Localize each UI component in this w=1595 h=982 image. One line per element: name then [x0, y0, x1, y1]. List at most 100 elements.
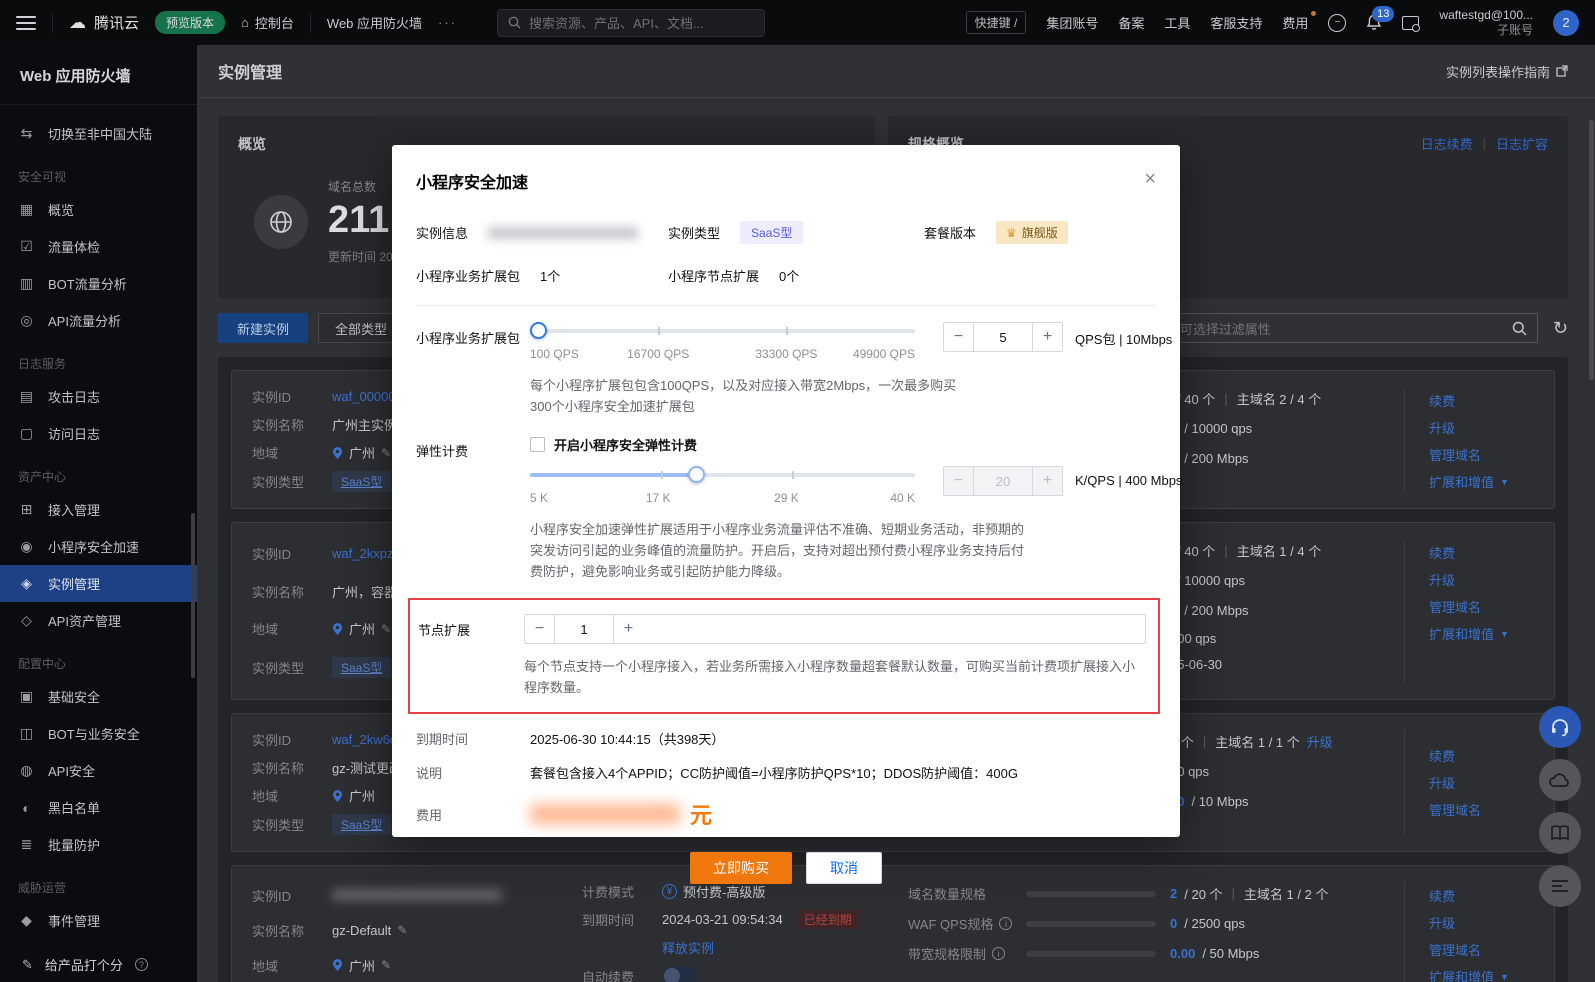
search-icon: [508, 16, 521, 29]
sidebar-item-instance-mgmt[interactable]: ◈ 实例管理: [0, 565, 197, 602]
instance-id-link[interactable]: waf_00000: [332, 389, 396, 404]
survey-list-button[interactable]: [1539, 865, 1581, 907]
minus-button[interactable]: −: [525, 615, 555, 643]
sidebar-item-overview[interactable]: ▦ 概览: [0, 191, 197, 228]
avatar[interactable]: 2: [1553, 9, 1579, 36]
renew-link[interactable]: 续费: [1429, 543, 1554, 562]
shield-check-icon: ◍: [20, 762, 33, 778]
manage-domain-link[interactable]: 管理域名: [1429, 940, 1554, 959]
sidebar-item-traffic-check[interactable]: ☑ 流量体检: [0, 228, 197, 265]
topbar-item-beian[interactable]: 备案: [1118, 13, 1144, 32]
auto-renew-toggle[interactable]: [662, 966, 698, 982]
fee-unit: 元: [690, 803, 713, 828]
saas-type-badge[interactable]: SaaS型: [332, 814, 392, 835]
page-scrollbar[interactable]: [1589, 120, 1594, 380]
global-search-input[interactable]: 搜索资源、产品、API、文档...: [497, 8, 766, 37]
cancel-button[interactable]: 取消: [806, 852, 882, 884]
info-icon[interactable]: i: [992, 947, 1006, 960]
renew-link[interactable]: 续费: [1429, 746, 1554, 765]
expand-value-added-link[interactable]: 扩展和增值 ▼: [1429, 967, 1554, 982]
docs-book-button[interactable]: [1539, 812, 1581, 854]
sidebar-item-access-mgmt[interactable]: ⊞ 接入管理: [0, 491, 197, 528]
sidebar-item-attack-log[interactable]: ▤ 攻击日志: [0, 378, 197, 415]
current-product-link[interactable]: Web 应用防火墙: [327, 13, 422, 32]
feedback-widget[interactable]: ✎ 给产品打个分 ?: [22, 955, 148, 974]
edit-region-icon[interactable]: ✎: [381, 622, 391, 636]
sidebar-item-api-asset[interactable]: ◇ API资产管理: [0, 602, 197, 639]
sidebar-item-bot-business[interactable]: ◫ BOT与业务安全: [0, 715, 197, 752]
filter-search-input[interactable]: 即可选择过滤属性: [1155, 313, 1538, 343]
instance-guide-link[interactable]: 实例列表操作指南: [1446, 62, 1568, 81]
upgrade-link[interactable]: 升级: [1429, 773, 1554, 792]
instance-id-link[interactable]: waf_2kxpz: [332, 546, 393, 561]
manage-domain-link[interactable]: 管理域名: [1429, 445, 1554, 464]
slider-handle[interactable]: [529, 322, 547, 339]
renew-link[interactable]: 续费: [1429, 391, 1554, 410]
buy-now-button[interactable]: 立即购买: [690, 852, 792, 884]
manage-domain-link[interactable]: 管理域名: [1429, 597, 1554, 616]
book-icon: [1551, 825, 1569, 841]
sidebar-item-access-log[interactable]: ▢ 访问日志: [0, 415, 197, 452]
elastic-checkbox-label[interactable]: 开启小程序安全弹性计费: [554, 435, 697, 454]
upgrade-link[interactable]: 升级: [1429, 570, 1554, 589]
log-renew-link[interactable]: 日志续费: [1421, 134, 1473, 153]
brand-logo[interactable]: ☁ 腾讯云: [69, 12, 139, 33]
chevron-down-icon: ▼: [1500, 628, 1509, 639]
hamburger-menu-icon[interactable]: [16, 15, 36, 30]
sidebar-item-batch-protection[interactable]: ≣ 批量防护: [0, 826, 197, 863]
expand-value-added-link[interactable]: 扩展和增值 ▼: [1429, 624, 1554, 643]
renew-link[interactable]: 续费: [1429, 886, 1554, 905]
more-products-icon[interactable]: ···: [438, 15, 457, 30]
cloud-feedback-button[interactable]: [1539, 759, 1581, 801]
quota-upgrade-link[interactable]: 升级: [1307, 732, 1333, 751]
sidebar-scrollbar[interactable]: [191, 513, 195, 678]
qps-pack-slider[interactable]: 100 QPS 16700 QPS 33300 QPS 49900 QPS: [529, 322, 915, 363]
saas-type-badge[interactable]: SaaS型: [332, 657, 392, 679]
node-expansion-highlight-box: 节点扩展 − 1 + 每个节点支持一个小程序接入，若业务所需接入小程序数量超套餐…: [408, 598, 1160, 714]
notifications-button[interactable]: 13: [1366, 6, 1395, 31]
sidebar-item-miniprogram-accel[interactable]: ◉ 小程序安全加速: [0, 528, 197, 565]
sidebar-item-event-mgmt[interactable]: ◆ 事件管理: [0, 902, 197, 939]
new-instance-button[interactable]: 新建实例: [218, 313, 309, 343]
sidebar-item-api-traffic[interactable]: ◎ API流量分析: [0, 302, 197, 339]
edit-name-icon[interactable]: ✎: [397, 923, 407, 937]
log-expand-link[interactable]: 日志扩容: [1496, 134, 1548, 153]
shortcut-key-button[interactable]: 快捷键 /: [965, 11, 1027, 34]
info-icon[interactable]: i: [999, 917, 1013, 930]
plus-button[interactable]: +: [613, 615, 643, 643]
console-link[interactable]: ⌂ 控制台: [241, 13, 294, 32]
topbar-item-billing[interactable]: 费用: [1282, 11, 1317, 32]
sidebar-section-label: 安全可视: [18, 170, 67, 184]
brand-name: 腾讯云: [94, 15, 140, 32]
saas-type-badge[interactable]: SaaS型: [332, 471, 392, 492]
stepper-value[interactable]: 5: [974, 323, 1032, 351]
topbar-item-support[interactable]: 客服支持: [1210, 13, 1262, 32]
billing-console-icon[interactable]: [1402, 15, 1421, 32]
edit-region-icon[interactable]: ✎: [381, 958, 391, 972]
expand-value-added-link[interactable]: 扩展和增值 ▼: [1429, 472, 1554, 491]
preview-version-badge[interactable]: 预览版本: [155, 11, 226, 34]
manage-domain-link[interactable]: 管理域名: [1429, 800, 1554, 819]
upgrade-link[interactable]: 升级: [1429, 418, 1554, 437]
elastic-checkbox[interactable]: [530, 437, 545, 452]
account-info[interactable]: waftestgd@100... 子账号: [1439, 8, 1533, 38]
stepper-value[interactable]: 1: [555, 615, 613, 643]
plus-button[interactable]: +: [1032, 323, 1062, 351]
instance-id-link[interactable]: waf_2kw6c: [332, 732, 396, 747]
edit-region-icon[interactable]: ✎: [381, 446, 391, 460]
upgrade-link[interactable]: 升级: [1429, 913, 1554, 932]
sidebar-item-bot-traffic[interactable]: ▥ BOT流量分析: [0, 265, 197, 302]
release-instance-link[interactable]: 释放实例: [662, 938, 714, 957]
sidebar-item-blackwhite-list[interactable]: ◐ 黑白名单: [0, 789, 197, 826]
minus-button[interactable]: −: [944, 323, 974, 351]
assistant-icon[interactable]: ~: [1328, 13, 1347, 32]
sidebar-item-basic-security[interactable]: ▣ 基础安全: [0, 678, 197, 715]
sidebar-item-switch-region[interactable]: ⇆ 切换至非中国大陆: [0, 115, 197, 152]
topbar-item-group-account[interactable]: 集团账号: [1046, 13, 1098, 32]
topbar-item-tools[interactable]: 工具: [1164, 13, 1190, 32]
sidebar-item-api-security[interactable]: ◍ API安全: [0, 752, 197, 789]
refresh-icon[interactable]: ↻: [1553, 319, 1568, 337]
close-icon[interactable]: ×: [1144, 169, 1156, 189]
saas-type-badge[interactable]: SaaS型: [740, 221, 804, 244]
support-headset-button[interactable]: [1539, 706, 1581, 748]
